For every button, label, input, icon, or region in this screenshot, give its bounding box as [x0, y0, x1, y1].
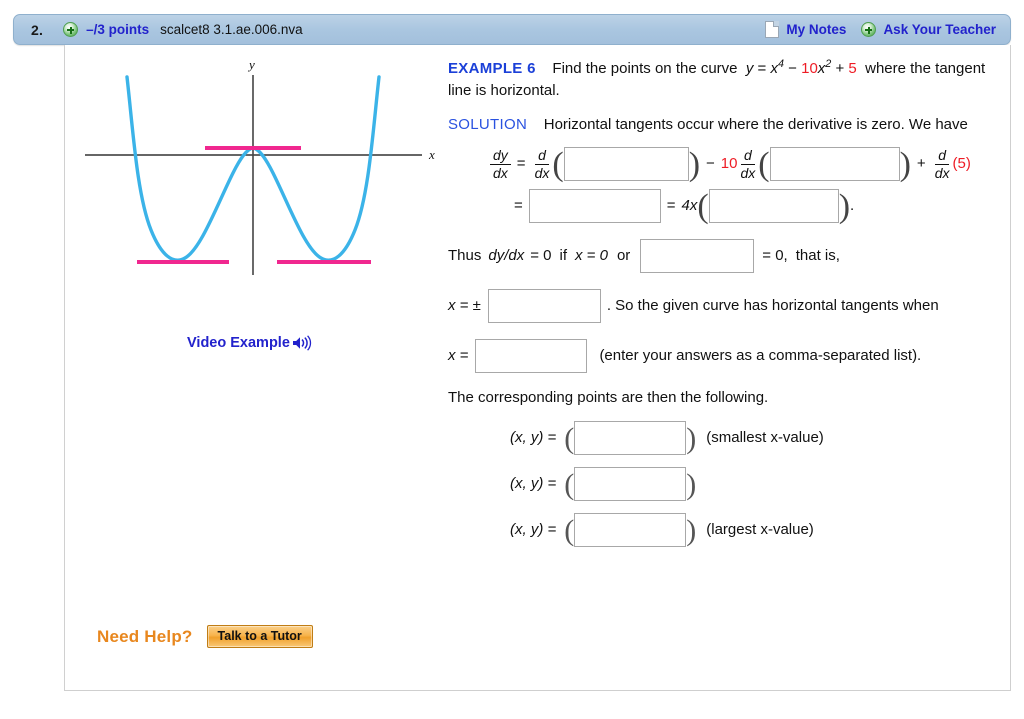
- eq-x: x: [770, 60, 778, 77]
- x-plus-minus-row: x = ± . So the given curve has horizonta…: [448, 289, 1008, 324]
- equals-zero-1: = 0: [530, 247, 552, 265]
- plus-circle-icon-teacher[interactable]: [861, 22, 877, 37]
- problem-column: EXAMPLE 6 Find the points on the curve y…: [448, 57, 1008, 547]
- ask-your-teacher-link[interactable]: Ask Your Teacher: [883, 22, 996, 37]
- video-example-label: Video Example: [187, 335, 290, 351]
- question-content-panel: y x Video Example Need Help? Talk to a T…: [64, 45, 1011, 691]
- point-note-1: (smallest x-value): [706, 429, 824, 447]
- point-note-3: (largest x-value): [706, 521, 814, 539]
- answer-input-4[interactable]: [708, 189, 839, 224]
- equals-sign-2: =: [514, 197, 523, 215]
- question-header-bar: 2. –/3 points scalcet8 3.1.ae.006.nva My…: [13, 14, 1011, 45]
- pm-after-text: . So the given curve has horizontal tang…: [606, 297, 939, 315]
- x-after-text: (enter your answers as a comma-separated…: [599, 347, 922, 365]
- coefficient-10: 10: [720, 155, 738, 173]
- answer-input-5[interactable]: [640, 239, 755, 274]
- four-x-coefficient: 4x: [681, 197, 698, 215]
- solution-intro: SOLUTION Horizontal tangents occur where…: [448, 114, 1008, 136]
- thus-line-row: Thus dy/dx = 0 if x = 0 or = 0, that is,: [448, 239, 1008, 274]
- eq-pow4: 4: [777, 58, 784, 70]
- quartic-curve-figure: y x: [85, 57, 435, 275]
- answer-input-2[interactable]: [769, 147, 900, 182]
- point-input-3[interactable]: [574, 513, 687, 547]
- x-equals-pm-label: x = ±: [448, 297, 481, 315]
- derivative-equation-row-2: = = 4x ( ) .: [514, 188, 855, 226]
- x-axis-label: x: [428, 147, 435, 162]
- dy-numerator: dy: [490, 148, 511, 165]
- my-notes-link[interactable]: My Notes: [786, 22, 846, 37]
- example-statement: EXAMPLE 6 Find the points on the curve y…: [448, 57, 1008, 102]
- d-numerator-1: d: [535, 148, 549, 165]
- talk-to-a-tutor-button[interactable]: Talk to a Tutor: [206, 625, 313, 648]
- page-root: 2. –/3 points scalcet8 3.1.ae.006.nva My…: [0, 0, 1024, 719]
- header-actions: My Notes Ask Your Teacher: [765, 21, 996, 38]
- answer-input-7[interactable]: [475, 339, 588, 374]
- point-input-1[interactable]: [574, 421, 687, 455]
- equals-sign-1: =: [516, 155, 526, 173]
- point-input-2[interactable]: [574, 467, 687, 501]
- solution-text: Horizontal tangents occur where the deri…: [543, 115, 968, 133]
- point-row-1: (x, y) = ( ) (smallest x-value): [510, 421, 824, 455]
- answer-input-1[interactable]: [563, 147, 689, 182]
- thus-label: Thus: [448, 247, 482, 265]
- solution-tag: SOLUTION: [448, 115, 528, 133]
- that-is-label: that is,: [795, 247, 840, 265]
- d-dx-operator-1: d dx: [532, 148, 553, 180]
- x-equals-row: x = (enter your answers as a comma-separ…: [448, 339, 1008, 374]
- plus-sign-1: +: [916, 155, 926, 173]
- d-dx-operator-3: d dx: [932, 148, 953, 180]
- plus-circle-icon[interactable]: [63, 22, 79, 37]
- dx-denominator: dx: [493, 164, 508, 181]
- eq-plus: +: [835, 60, 845, 77]
- equals-zero-2: = 0,: [762, 247, 788, 265]
- eq-y: y: [745, 60, 754, 77]
- need-help-section: Need Help? Talk to a Tutor: [97, 625, 313, 648]
- answer-input-6[interactable]: [487, 289, 601, 324]
- need-help-label: Need Help?: [97, 626, 193, 646]
- dx-denominator-3: dx: [934, 164, 950, 181]
- minus-sign-1: −: [706, 155, 715, 173]
- five-group: (5): [952, 155, 971, 173]
- eq-pow2: 2: [825, 58, 832, 70]
- example-tag: EXAMPLE 6: [448, 60, 536, 77]
- statement-pre: Find the points on the curve: [552, 60, 738, 77]
- point-row-3: (x, y) = ( ) (largest x-value): [510, 513, 814, 547]
- answer-input-3[interactable]: [528, 189, 661, 224]
- point-label-1: (x, y) =: [510, 429, 557, 447]
- period-1: .: [850, 197, 855, 215]
- assignment-id-label: scalcet8 3.1.ae.006.nva: [160, 22, 303, 37]
- speaker-sound-icon[interactable]: [292, 335, 312, 351]
- dy-dx-fraction: dy dx: [490, 148, 511, 180]
- eq-equals: =: [757, 60, 767, 77]
- point-label-3: (x, y) =: [510, 521, 557, 539]
- eq-minus: −: [788, 60, 797, 77]
- points-intro-text: The corresponding points are then the fo…: [448, 389, 769, 407]
- d-dx-operator-2: d dx: [737, 148, 758, 180]
- point-row-2: (x, y) = ( ): [510, 467, 697, 501]
- dx-denominator-1: dx: [534, 164, 550, 181]
- video-example-link[interactable]: Video Example: [187, 335, 312, 351]
- y-axis-label: y: [247, 57, 255, 72]
- question-number: 2.: [31, 21, 44, 38]
- if-label: if: [559, 247, 568, 265]
- or-label: or: [616, 247, 631, 265]
- dydx-inline: dy/dx: [488, 247, 525, 265]
- d-numerator-2: d: [740, 148, 755, 165]
- graph-column: y x Video Example Need Help? Talk to a T…: [65, 45, 445, 691]
- points-label: –/3 points: [86, 22, 150, 37]
- x-equals-label: x =: [448, 347, 469, 365]
- derivative-equation-row-1: dy dx = d dx ( ) − 10 d dx ( ) + d dx (5…: [490, 147, 1008, 182]
- eq-five: 5: [848, 60, 857, 77]
- note-page-icon[interactable]: [765, 21, 780, 38]
- eq-ten: 10: [801, 60, 818, 77]
- point-label-2: (x, y) =: [510, 475, 557, 493]
- equals-sign-3: =: [666, 197, 676, 215]
- d-numerator-3: d: [935, 148, 949, 165]
- dx-denominator-2: dx: [740, 164, 756, 181]
- x-equals-zero: x = 0: [575, 247, 608, 265]
